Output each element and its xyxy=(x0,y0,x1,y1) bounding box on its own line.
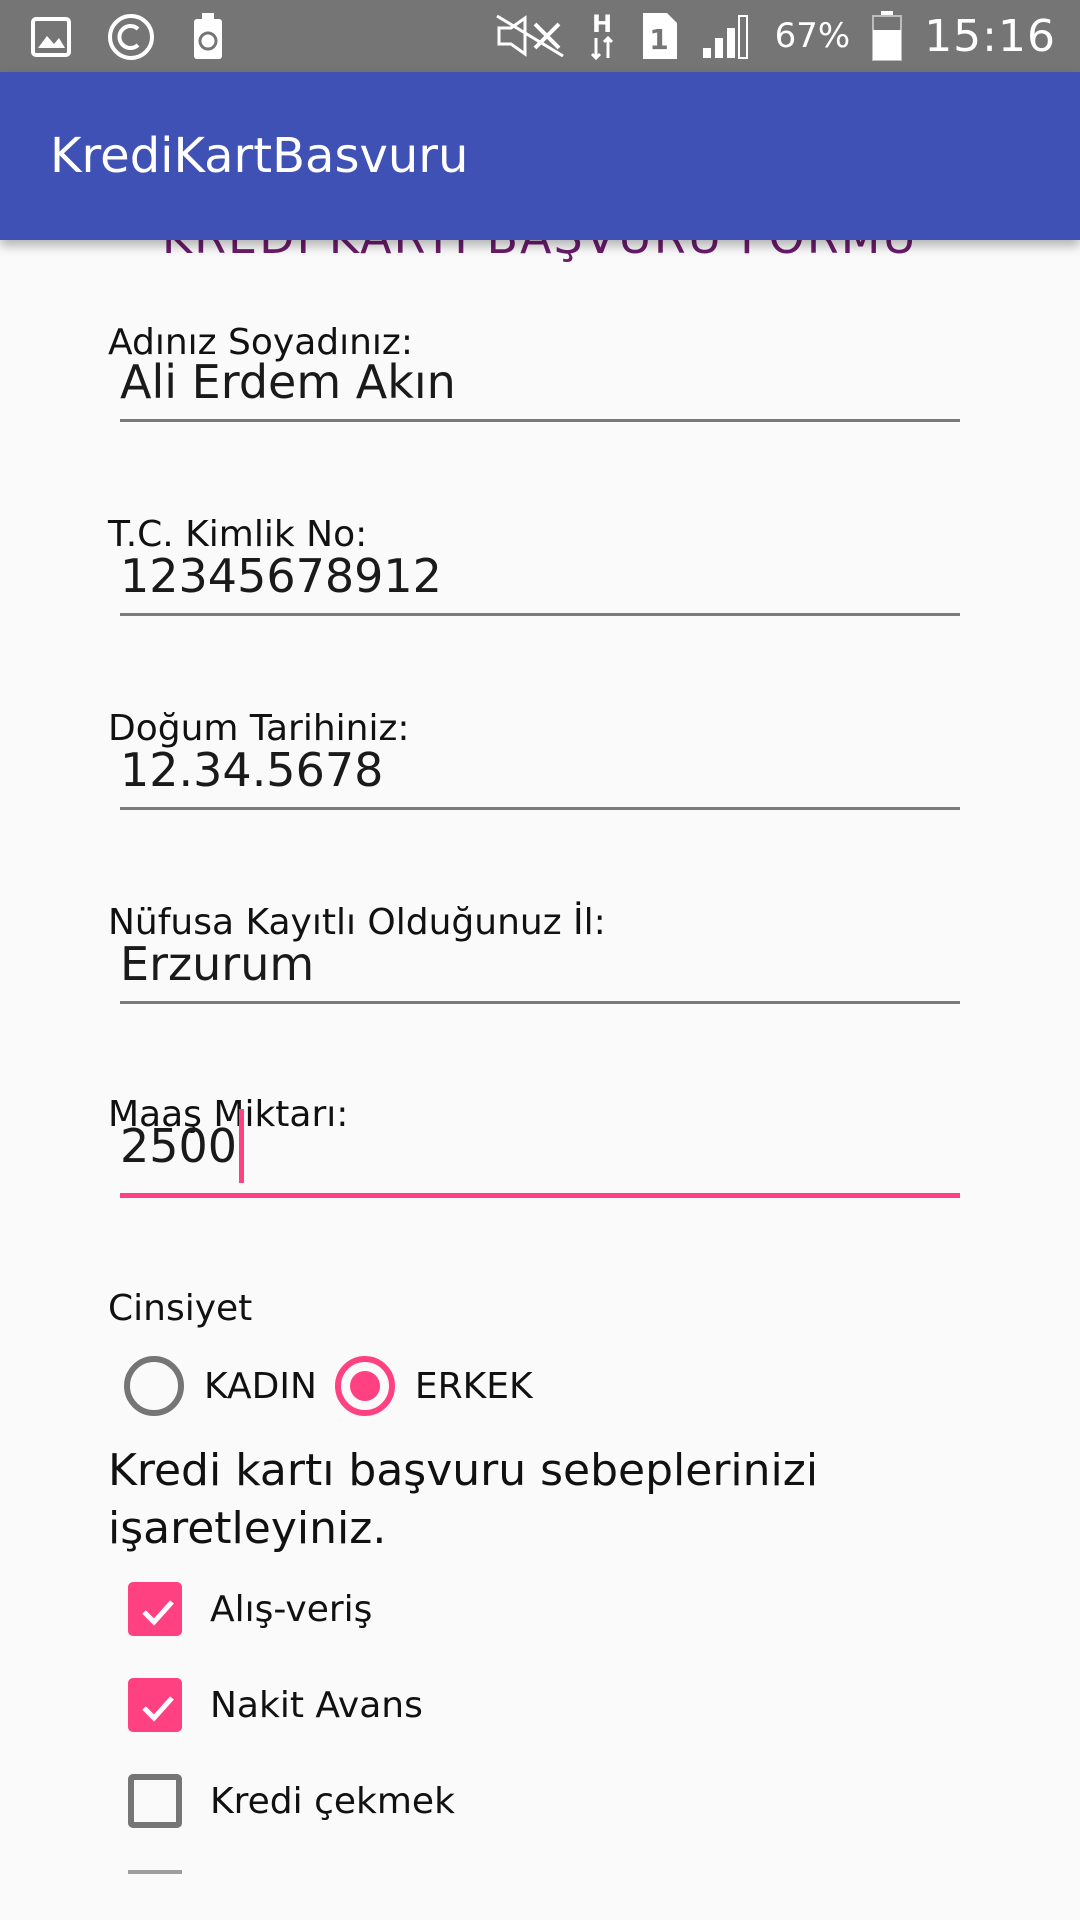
tc-value: 12345678912 xyxy=(120,549,442,603)
network-type-label: H xyxy=(592,10,612,38)
check-icon xyxy=(142,1696,174,1722)
checkbox-kredi-cekmek-box[interactable] xyxy=(128,1774,182,1828)
copyright-icon xyxy=(106,12,156,62)
city-field[interactable]: Erzurum xyxy=(120,914,960,1004)
signal-icon xyxy=(701,12,753,60)
image-icon xyxy=(30,16,72,58)
battery-icon xyxy=(872,10,903,62)
checkbox-nakit-avans[interactable]: Nakit Avans xyxy=(128,1678,423,1732)
sim-icon: 1 xyxy=(639,11,679,61)
radio-kadin-circle[interactable] xyxy=(124,1356,184,1416)
salary-text: 2500 xyxy=(120,1119,238,1173)
name-value: Ali Erdem Akın xyxy=(120,355,456,409)
checkbox-alisveris-label: Alış-veriş xyxy=(210,1588,373,1630)
salary-value: 2500 xyxy=(120,1109,245,1183)
battery-percent: 67% xyxy=(774,16,851,56)
clock: 15:16 xyxy=(924,10,1056,62)
recycle-icon xyxy=(190,13,226,61)
app-title: KrediKartBasvuru xyxy=(50,128,469,184)
gender-label: Cinsiyet xyxy=(108,1288,253,1329)
radio-kadin-label: KADIN xyxy=(204,1365,317,1407)
birth-value: 12.34.5678 xyxy=(120,743,384,797)
gender-radio-group: KADIN ERKEK xyxy=(124,1356,551,1416)
checkbox-nakit-avans-box[interactable] xyxy=(128,1678,182,1732)
check-icon xyxy=(142,1600,174,1626)
sim-number: 1 xyxy=(649,23,668,56)
birth-field[interactable]: 12.34.5678 xyxy=(120,720,960,810)
checkbox-kredi-cekmek[interactable]: Kredi çekmek xyxy=(128,1774,455,1828)
checkbox-kredi-cekmek-label: Kredi çekmek xyxy=(210,1780,455,1822)
checkbox-alisveris[interactable]: Alış-veriş xyxy=(128,1582,372,1636)
radio-erkek[interactable]: ERKEK xyxy=(334,1356,533,1416)
form-heading: KREDİ KARTI BAŞVURU FORMU xyxy=(0,240,1080,264)
radio-erkek-circle[interactable] xyxy=(334,1356,395,1416)
text-cursor xyxy=(239,1109,245,1183)
app-bar: KrediKartBasvuru xyxy=(0,72,1080,240)
checkbox-partial-offscreen[interactable] xyxy=(128,1870,182,1890)
checkbox-alisveris-box[interactable] xyxy=(128,1582,182,1636)
tc-field[interactable]: 12345678912 xyxy=(120,526,960,616)
status-bar: H 1 67% 15:16 xyxy=(0,0,1080,72)
network-h-icon: H xyxy=(587,10,617,62)
radio-kadin[interactable]: KADIN xyxy=(124,1356,317,1416)
name-field[interactable]: Ali Erdem Akın xyxy=(120,332,960,422)
mute-icon xyxy=(495,14,565,58)
form-content[interactable]: KREDİ KARTI BAŞVURU FORMU Adınız Soyadın… xyxy=(0,240,1080,1920)
checkbox-nakit-avans-label: Nakit Avans xyxy=(210,1684,423,1726)
salary-field[interactable]: 2500 xyxy=(120,1108,960,1198)
radio-erkek-label: ERKEK xyxy=(414,1365,533,1407)
reasons-prompt: Kredi kartı başvuru sebeplerinizi işaret… xyxy=(108,1445,819,1554)
city-value: Erzurum xyxy=(120,937,315,991)
